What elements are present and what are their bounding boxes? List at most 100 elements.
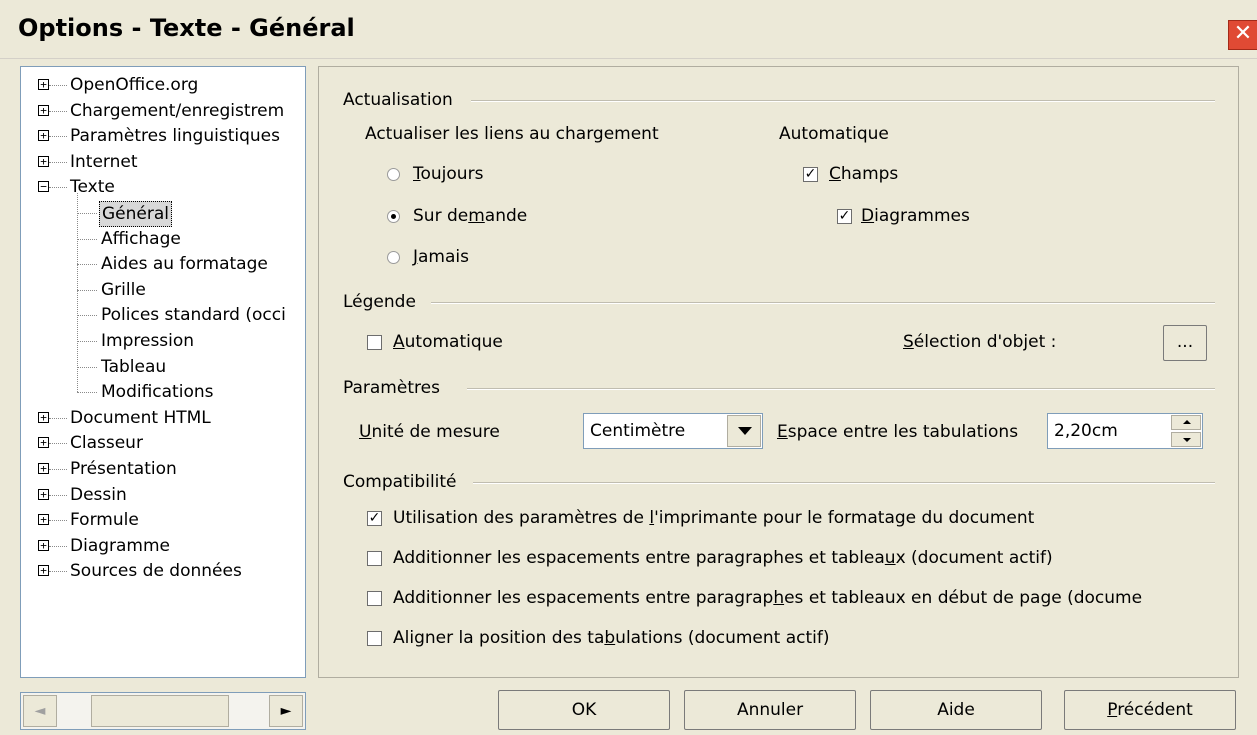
expand-icon[interactable]: +: [38, 411, 49, 423]
caption-automatic-label: Automatique: [393, 332, 503, 352]
expand-icon[interactable]: +: [38, 488, 49, 500]
radio-button[interactable]: [387, 251, 400, 264]
tree-item-label: Chargement/enregistrem: [70, 100, 285, 121]
tree-item[interactable]: + Document HTML: [21, 406, 305, 430]
measurement-unit-value: Centimètre: [590, 421, 686, 441]
tree-connector: [49, 110, 67, 112]
tree-connector: [49, 520, 67, 522]
scrollbar-thumb[interactable]: [91, 695, 229, 727]
tree-item[interactable]: Impression: [21, 329, 305, 353]
cancel-button[interactable]: Annuler: [684, 690, 856, 730]
expand-icon[interactable]: +: [38, 514, 49, 526]
help-button[interactable]: Aide: [870, 690, 1042, 730]
expand-icon[interactable]: +: [38, 463, 49, 474]
tree-connector: [77, 213, 97, 214]
charts-checkbox[interactable]: ✓: [837, 209, 852, 224]
tree-item-label: Affichage: [101, 228, 181, 249]
back-button[interactable]: Précédent: [1064, 690, 1236, 730]
tree-item[interactable]: + Présentation: [21, 457, 305, 481]
expand-icon[interactable]: +: [38, 130, 49, 142]
compatibility-checkbox[interactable]: [367, 631, 382, 646]
tree-item[interactable]: + Formule: [21, 508, 305, 532]
close-icon[interactable]: ✕: [1228, 20, 1257, 50]
tree-item[interactable]: + Internet: [21, 150, 305, 174]
scroll-right-icon[interactable]: ►: [269, 695, 303, 727]
tree-item[interactable]: − Texte: [21, 175, 305, 199]
tree-item-label: Diagramme: [70, 535, 171, 556]
scroll-left-icon[interactable]: ◄: [23, 695, 57, 727]
collapse-icon[interactable]: −: [38, 181, 49, 193]
separator: [431, 302, 1215, 304]
measurement-unit-label: Unité de mesure: [359, 422, 500, 442]
options-pane: Actualisation Actualiser les liens au ch…: [318, 66, 1239, 678]
compatibility-checkbox-label: Utilisation des paramètres de l'impriman…: [393, 508, 1035, 528]
tree-item-label: Polices standard (occi: [101, 305, 286, 326]
tree-item-label: Dessin: [70, 484, 127, 505]
chevron-down-icon[interactable]: [727, 415, 761, 447]
expand-icon[interactable]: +: [38, 104, 49, 116]
compatibility-checkbox-label: Aligner la position des tabulations (doc…: [393, 628, 830, 648]
tree-connector: [77, 289, 97, 291]
tree-item[interactable]: + Diagramme: [21, 534, 305, 558]
tree-item-label: Grille: [101, 279, 146, 300]
tree-item[interactable]: + Classeur: [21, 431, 305, 455]
compatibility-checkbox[interactable]: [367, 551, 382, 566]
compatibility-checkbox-label: Additionner les espacements entre paragr…: [393, 588, 1143, 608]
compatibility-checkbox[interactable]: [367, 591, 382, 606]
tree-item-label: Paramètres linguistiques: [70, 126, 280, 147]
tree-connector: [49, 571, 67, 573]
tree-item[interactable]: + Sources de données: [21, 559, 305, 583]
tree-item[interactable]: Affichage: [21, 227, 305, 251]
spin-up-icon[interactable]: [1171, 415, 1201, 430]
tree-item[interactable]: Polices standard (occi: [21, 303, 305, 327]
tab-spacing-spinner[interactable]: 2,20cm: [1047, 413, 1203, 449]
tree-item[interactable]: Tableau: [21, 355, 305, 379]
charts-checkbox-label: Diagrammes: [861, 206, 970, 226]
radio-button[interactable]: [387, 210, 400, 223]
radio-label: Jamais: [413, 247, 469, 267]
tree-connector: [49, 136, 67, 138]
radio-button[interactable]: [387, 168, 400, 181]
tree-item[interactable]: + Dessin: [21, 483, 305, 507]
tree-connector: [77, 392, 97, 394]
expand-icon[interactable]: +: [38, 539, 49, 551]
tree-connector: [49, 85, 67, 86]
tree-item[interactable]: Modifications: [21, 380, 305, 404]
spin-down-icon[interactable]: [1171, 432, 1201, 447]
tree-connector: [49, 469, 67, 470]
expand-icon[interactable]: +: [38, 79, 49, 90]
tree-connector: [77, 315, 97, 317]
tree-item-label: Impression: [101, 331, 195, 351]
section-parametres-title: Paramètres: [343, 378, 440, 398]
radio-label: Sur demande: [413, 206, 528, 226]
fields-checkbox[interactable]: ✓: [803, 167, 818, 182]
tree-horizontal-scrollbar[interactable]: ◄ ►: [20, 692, 306, 730]
object-selection-button[interactable]: ...: [1163, 325, 1207, 361]
update-links-label: Actualiser les liens au chargement: [365, 124, 659, 144]
tree-item[interactable]: + OpenOffice.org: [21, 73, 305, 97]
separator: [467, 388, 1215, 390]
tree-connector: [49, 545, 67, 547]
radio-label: Toujours: [413, 164, 484, 184]
caption-automatic-checkbox[interactable]: [367, 335, 382, 350]
tree-item-label: Tableau: [101, 356, 167, 377]
tree-item[interactable]: + Paramètres linguistiques: [21, 124, 305, 148]
ok-button[interactable]: OK: [498, 690, 670, 730]
tree-connector: [49, 494, 67, 496]
tree-connector: [77, 238, 97, 240]
tree-item[interactable]: + Chargement/enregistrem: [21, 99, 305, 123]
options-dialog: Options - Texte - Général ✕ + OpenOffice.…: [0, 0, 1257, 735]
separator: [473, 482, 1215, 484]
tree-connector: [49, 417, 67, 419]
compatibility-checkbox[interactable]: ✓: [367, 511, 382, 526]
expand-icon[interactable]: +: [38, 437, 49, 449]
expand-icon[interactable]: +: [38, 565, 49, 577]
measurement-unit-select[interactable]: Centimètre: [583, 413, 763, 449]
expand-icon[interactable]: +: [38, 155, 49, 167]
tree-item[interactable]: Grille: [21, 278, 305, 302]
tree-item[interactable]: Aides au formatage: [21, 252, 305, 276]
section-compatibilite-title: Compatibilité: [343, 472, 457, 492]
separator: [471, 100, 1215, 102]
tree-item[interactable]: Général: [21, 201, 305, 227]
tree-item-label: Présentation: [70, 459, 177, 479]
